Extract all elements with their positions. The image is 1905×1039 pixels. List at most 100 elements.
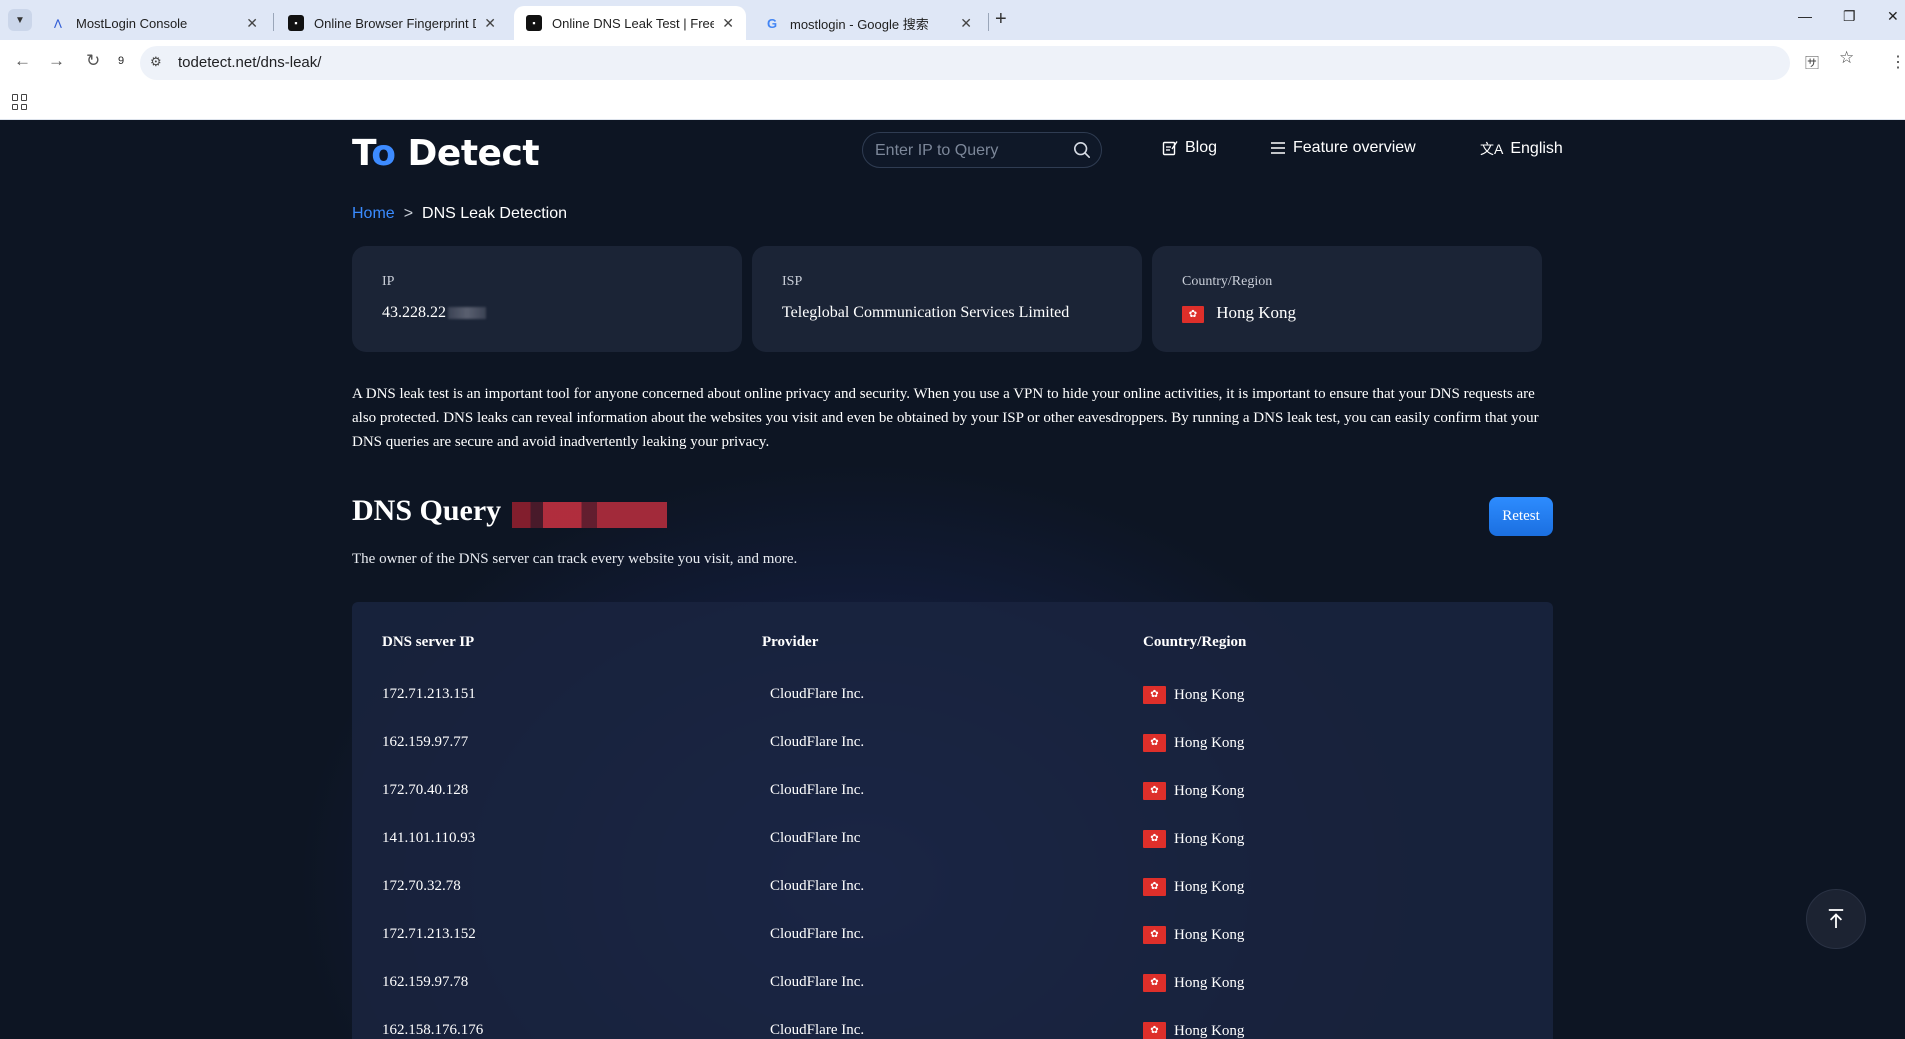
provider-cell: CloudFlare Inc. [770,878,865,894]
provider-cell: CloudFlare Inc. [770,926,865,942]
hk-flag-icon [1143,686,1166,704]
url-text[interactable]: todetect.net/dns-leak/ [178,54,321,71]
provider-cell: CloudFlare Inc. [770,1022,865,1038]
country-cell-text: Hong Kong [1174,830,1245,847]
provider-cell: CloudFlare Inc [770,830,861,846]
blog-icon [1162,141,1178,156]
ip-card: IP 43.228.22 [352,246,742,352]
country-cell-text: Hong Kong [1174,734,1245,751]
dns-ip-cell: 162.159.97.78 [382,974,469,990]
bookmark-star-icon[interactable]: ☆ [1839,48,1854,68]
provider-cell: CloudFlare Inc. [770,686,865,702]
table-row: 172.71.213.151 CloudFlare Inc. Hong Kong [352,686,1553,734]
hk-flag-icon [1143,974,1166,992]
breadcrumb-separator: > [403,205,414,222]
back-icon[interactable]: ← [14,51,31,71]
dns-ip-cell: 162.159.97.77 [382,734,469,750]
apps-icon[interactable] [12,94,28,110]
restore-button[interactable]: ❐ [1843,8,1856,25]
dns-ip-cell: 162.158.176.176 [382,1022,484,1038]
retest-button[interactable]: Retest [1489,497,1553,536]
ip-search-placeholder: Enter IP to Query [875,142,999,159]
dns-ip-cell: 172.71.213.151 [382,686,476,702]
column-header-provider: Provider [762,634,819,650]
new-tab-button[interactable]: + [995,8,1007,31]
dns-ip-cell: 141.101.110.93 [382,830,476,846]
hk-flag-icon [1182,305,1204,323]
back-to-top-icon [1828,909,1844,928]
address-bar-row: ← → ↻ 9 ⚙ todetect.net/dns-leak/ 🈂 ☆ ⋮ [0,40,1905,86]
ip-label: IP [382,274,395,289]
ip-search-box[interactable]: Enter IP to Query [862,132,1102,168]
dns-query-subtitle: The owner of the DNS server can track ev… [352,551,798,567]
site-logo[interactable]: To Detect [352,133,540,174]
isp-value: Teleglobal Communication Services Limite… [782,304,1070,321]
browser-menu-icon[interactable]: ⋮ [1890,52,1905,72]
logo-text: T [352,133,372,174]
ip-value: 43.228.22 [382,304,446,321]
dns-query-title: DNS Query [352,494,502,527]
menu-icon [1271,142,1285,154]
nav-blog[interactable]: Blog [1162,139,1217,157]
tab-google[interactable]: G mostlogin - Google 搜索 ✕ [752,6,984,40]
back-to-top-button[interactable] [1806,889,1866,949]
ip-value-row: 43.228.22 [382,304,486,322]
reload-badge: 9 [118,55,125,67]
country-cell-text: Hong Kong [1174,686,1245,703]
logo-text-o: o [371,133,396,174]
ip-redacted [448,307,486,320]
todetect-favicon: ▪ [288,15,304,31]
tab-fingerprint[interactable]: ▪ Online Browser Fingerprint De ✕ [276,6,508,40]
bookmarks-bar [0,86,1905,120]
dns-leak-description: A DNS leak test is an important tool for… [352,386,1539,450]
logo-text-detect: Detect [395,133,540,174]
country-value: Hong Kong [1216,303,1297,322]
hk-flag-icon [1143,734,1166,752]
breadcrumb-home[interactable]: Home [352,205,395,222]
redacted-block [512,502,667,528]
dns-results-table: DNS server IP Provider Country/Region 17… [352,602,1553,1039]
mostlogin-favicon: ⋀ [54,17,62,28]
country-card: Country/Region Hong Kong [1152,246,1542,352]
minimize-button[interactable]: — [1798,8,1812,24]
hk-flag-icon [1143,782,1166,800]
close-tab-icon[interactable]: ✕ [722,15,734,32]
browser-tab-bar: ▼ ⋀ MostLogin Console ✕ ▪ Online Browser… [0,0,1905,40]
nav-language[interactable]: 文A English [1480,139,1563,159]
country-cell-text: Hong Kong [1174,1022,1245,1039]
dns-ip-cell: 172.70.32.78 [382,878,461,894]
country-cell: Hong Kong [1143,1022,1244,1039]
nav-blog-label: Blog [1185,139,1218,156]
tab-mostlogin[interactable]: ⋀ MostLogin Console ✕ [38,6,270,40]
provider-cell: CloudFlare Inc. [770,782,865,798]
country-value-row: Hong Kong [1182,303,1296,323]
tab-separator [273,13,274,31]
close-tab-icon[interactable]: ✕ [484,15,496,32]
dns-ip-cell: 172.70.40.128 [382,782,469,798]
omnibox[interactable]: ⚙ todetect.net/dns-leak/ 🈂 [140,46,1819,80]
isp-label: ISP [782,274,803,289]
site-settings-icon[interactable]: ⚙ [150,54,162,70]
translate-icon[interactable]: 🈂 [1805,53,1819,73]
hk-flag-icon [1143,830,1166,848]
nav-feature-overview[interactable]: Feature overview [1270,139,1416,157]
tab-dns-leak[interactable]: ▪ Online DNS Leak Test | Free V ✕ [514,6,746,40]
close-tab-icon[interactable]: ✕ [960,15,972,32]
close-tab-icon[interactable]: ✕ [246,15,258,32]
dns-ip-cell: 172.71.213.152 [382,926,476,942]
country-cell: Hong Kong [1143,782,1244,800]
tab-title: mostlogin - Google 搜索 [790,16,929,32]
column-header-country: Country/Region [1143,634,1247,650]
country-cell-text: Hong Kong [1174,782,1245,799]
hk-flag-icon [1143,1022,1166,1039]
reload-icon[interactable]: ↻ [86,51,100,71]
forward-icon[interactable]: → [48,51,65,71]
close-window-button[interactable]: ✕ [1887,8,1899,25]
tab-search-icon[interactable]: ▼ [8,9,32,31]
tab-title: MostLogin Console [76,15,188,31]
search-icon[interactable] [1073,141,1091,159]
translate-language-icon: 文A [1480,141,1504,157]
country-cell: Hong Kong [1143,686,1244,704]
country-cell: Hong Kong [1143,926,1244,944]
breadcrumb-current: DNS Leak Detection [422,205,567,222]
